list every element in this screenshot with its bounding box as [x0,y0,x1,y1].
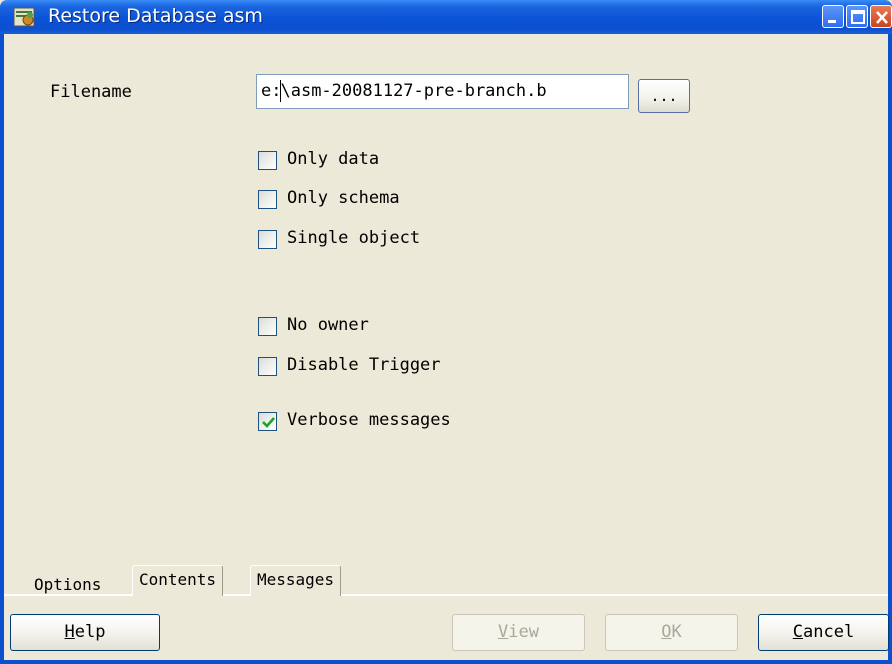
tab-contents[interactable]: Contents [132,565,224,596]
help-label-rest: elp [74,622,106,642]
view-label-rest: iew [508,622,539,642]
checkbox-verbose-messages-box[interactable] [258,412,277,431]
window-frame-left [0,34,4,664]
elephant-app-icon [13,7,35,27]
ok-button[interactable]: OK [605,614,738,651]
checkbox-disable-trigger-box[interactable] [258,357,277,376]
view-mnemonic: V [498,622,509,642]
checkbox-no-owner-box[interactable] [258,317,277,336]
close-window-button[interactable] [870,5,892,28]
filename-label: Filename [50,82,132,102]
tab-options[interactable]: Options [28,566,107,601]
ok-label-rest: K [671,622,682,642]
checkbox-no-owner-label: No owner [287,315,369,335]
cancel-label-rest: ancel [803,622,855,642]
minimize-icon [828,20,836,23]
checkbox-disable-trigger-label: Disable Trigger [287,355,441,375]
checkbox-only-schema-label: Only schema [287,188,400,208]
help-button[interactable]: Help [10,614,160,651]
maximize-button[interactable] [846,5,868,28]
checkbox-only-schema-box[interactable] [258,190,277,209]
checkbox-single-object-box[interactable] [258,230,277,249]
close-icon [876,11,888,24]
checkbox-single-object-label: Single object [287,228,421,248]
window-title: Restore Database asm [48,5,263,27]
checkbox-verbose-messages-label: Verbose messages [287,410,451,430]
title-bar[interactable]: Restore Database asm [0,0,892,34]
window-frame-bottom [0,660,892,664]
checkbox-only-data-label: Only data [287,149,380,169]
cancel-button[interactable]: Cancel [758,614,889,651]
window-frame-right [888,34,892,664]
view-button[interactable]: View [452,614,585,651]
filename-input[interactable]: e:\asm-20081127-pre-branch.b [256,74,629,109]
cancel-mnemonic: C [792,622,804,642]
filename-value-rest: \asm-20081127-pre-branch.b [280,81,547,101]
tab-messages[interactable]: Messages [250,565,342,596]
checkmark-icon [262,417,275,428]
minimize-button[interactable] [822,5,844,28]
restore-database-dialog: Restore Database asm Filename e:\asm-200… [0,0,892,664]
help-mnemonic: H [64,622,75,642]
ok-mnemonic: O [661,622,672,642]
browse-file-button[interactable]: ... [638,79,690,113]
filename-value-prefix: e: [261,81,282,101]
maximize-icon [851,10,865,24]
checkbox-only-data-box[interactable] [258,151,277,170]
